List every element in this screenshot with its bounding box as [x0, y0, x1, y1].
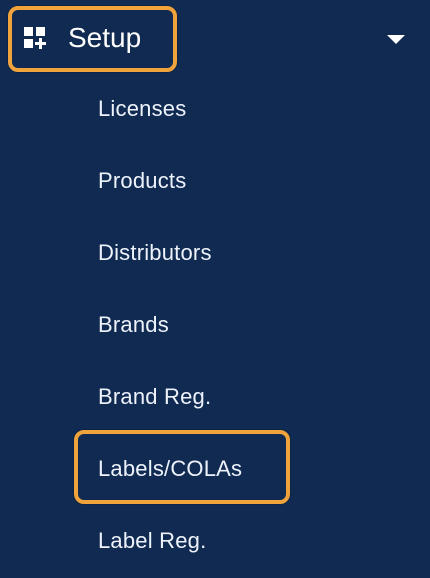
- dashboard-grid-plus-icon: [24, 27, 46, 49]
- setup-section-header[interactable]: Setup: [0, 0, 430, 78]
- menu-item-brand-reg[interactable]: Brand Reg.: [98, 379, 211, 415]
- menu-item-products[interactable]: Products: [98, 163, 186, 199]
- menu-item-brands[interactable]: Brands: [98, 307, 169, 343]
- menu-item-label-reg[interactable]: Label Reg.: [98, 523, 206, 559]
- menu-item-labels-colas[interactable]: Labels/COLAs: [98, 451, 242, 487]
- sidebar-nav: Setup Licenses Products Distributors Bra…: [0, 0, 430, 578]
- setup-label: Setup: [68, 22, 142, 53]
- menu-item-distributors[interactable]: Distributors: [98, 235, 212, 271]
- chevron-down-icon[interactable]: [387, 35, 405, 44]
- menu-item-licenses[interactable]: Licenses: [98, 91, 186, 127]
